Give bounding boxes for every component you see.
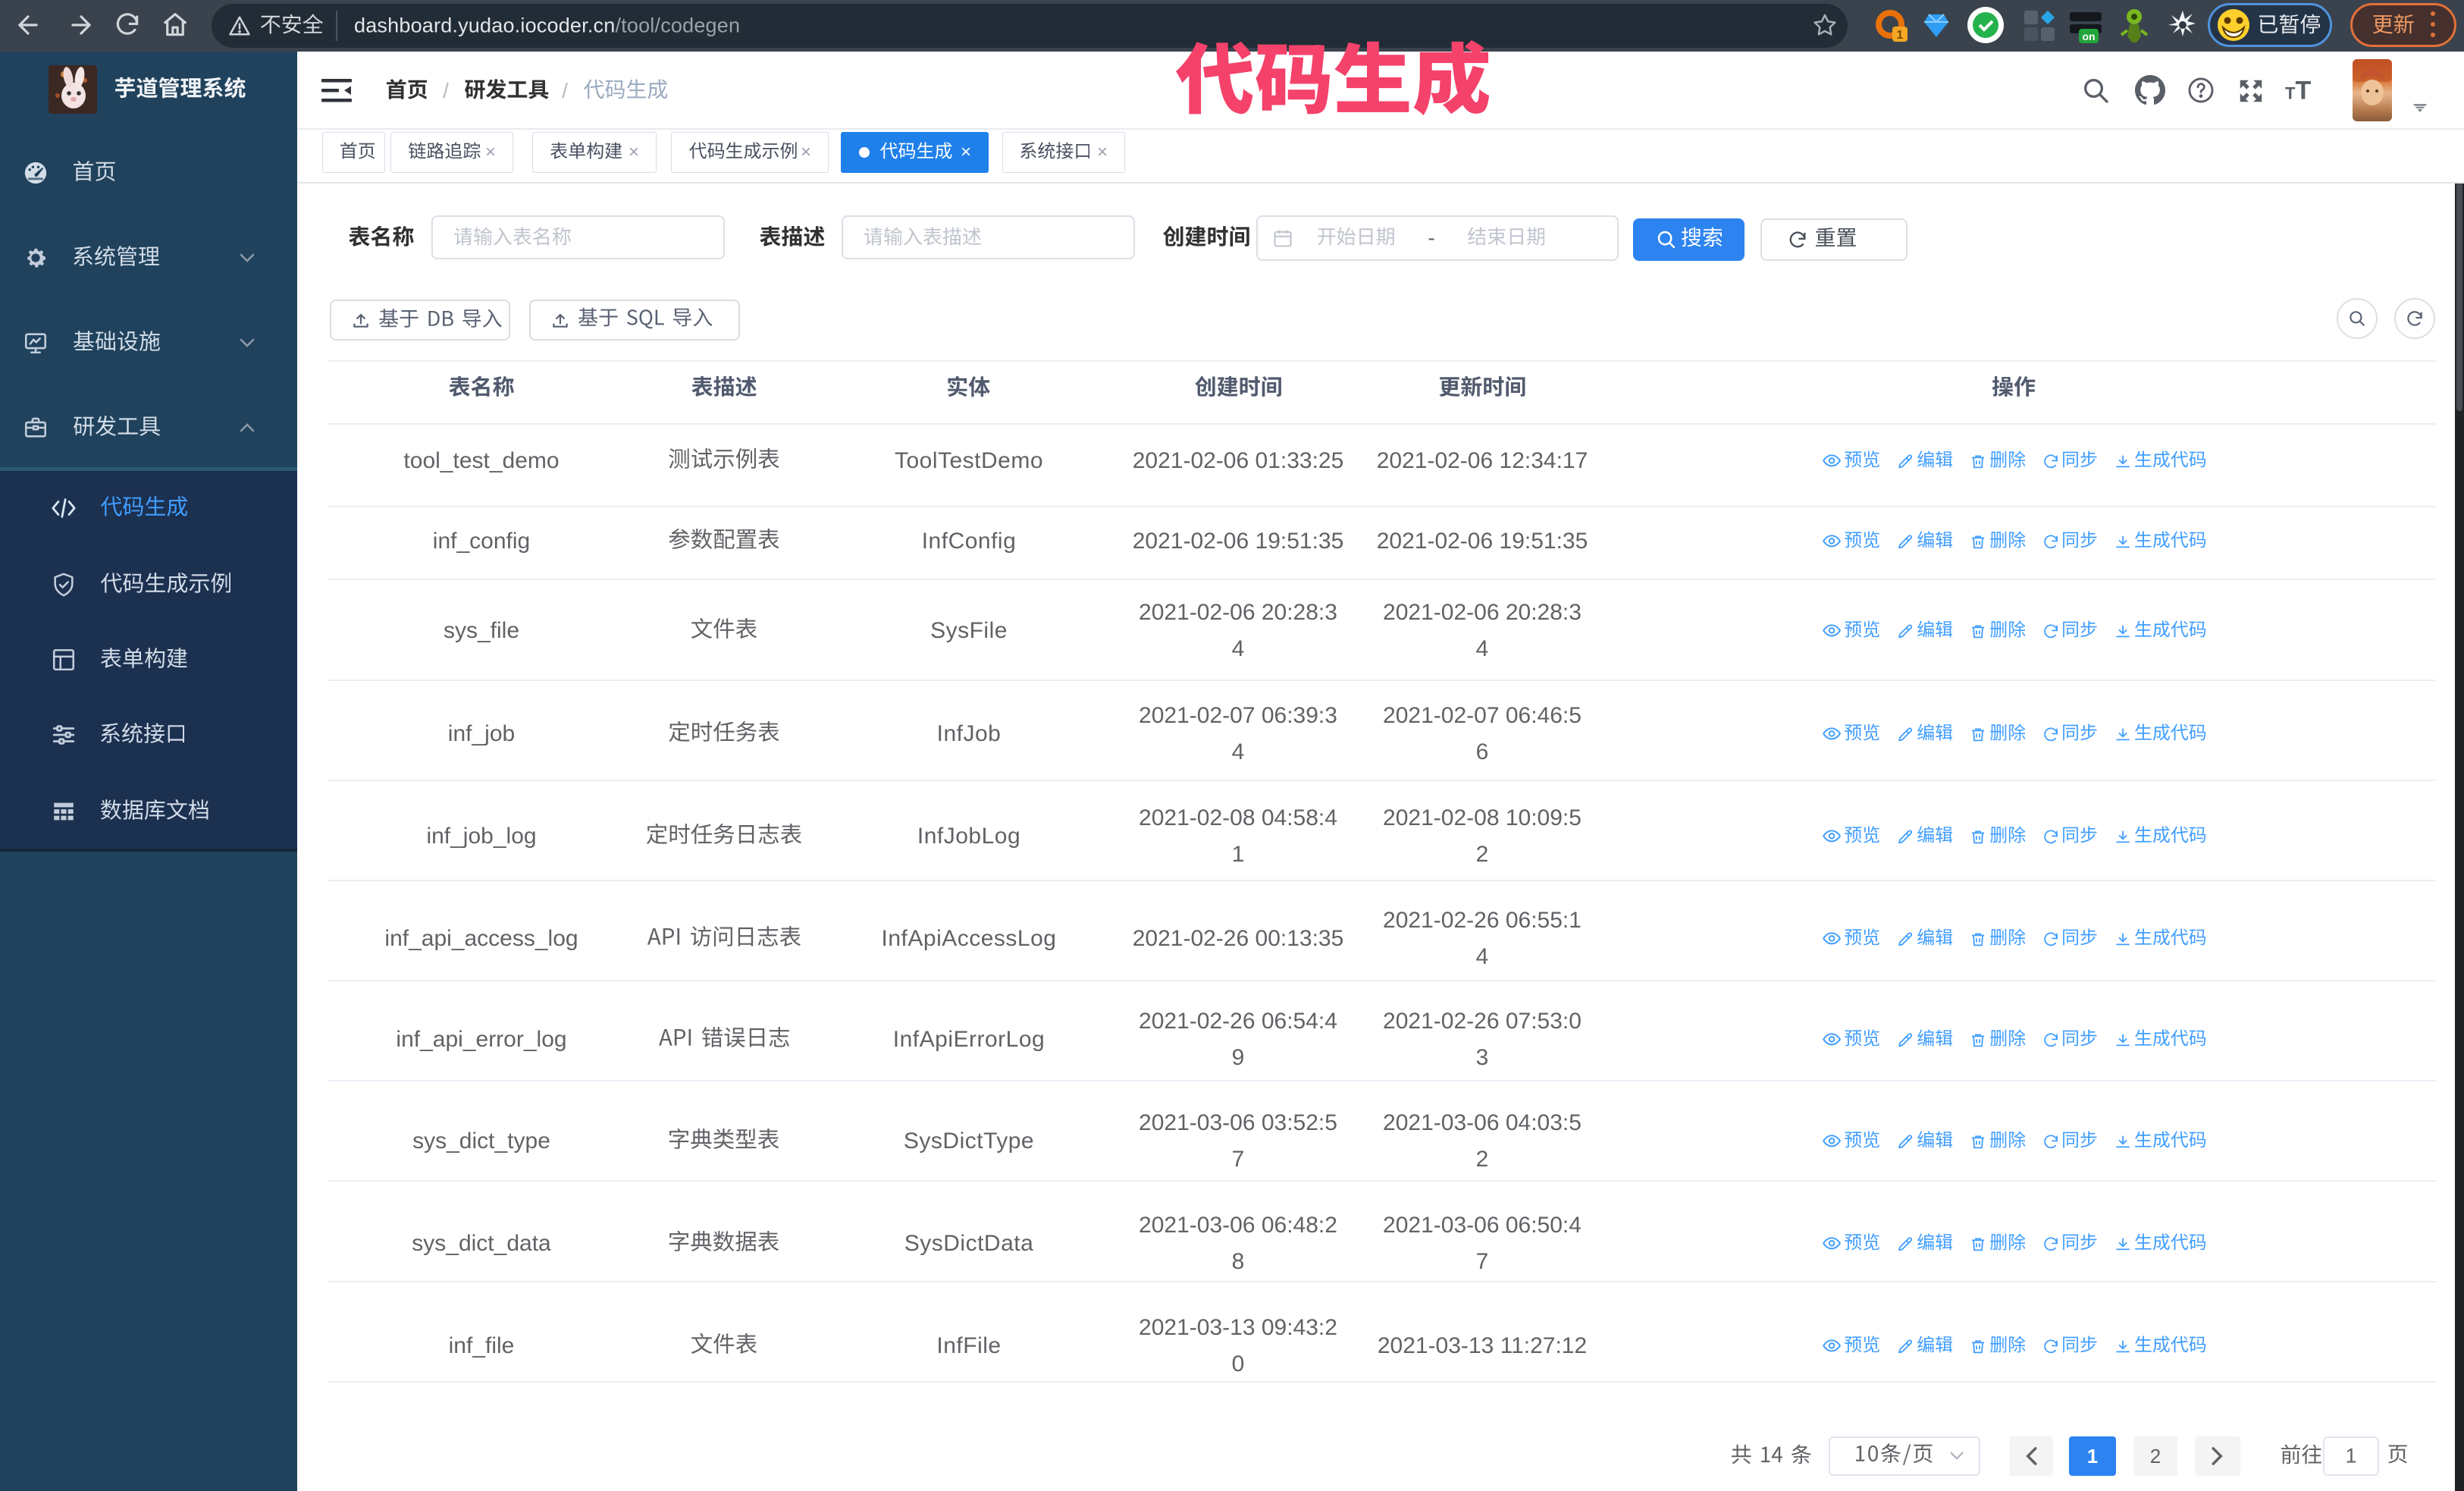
svg-text:on: on (2082, 30, 2095, 42)
svg-text:1: 1 (1897, 29, 1904, 42)
